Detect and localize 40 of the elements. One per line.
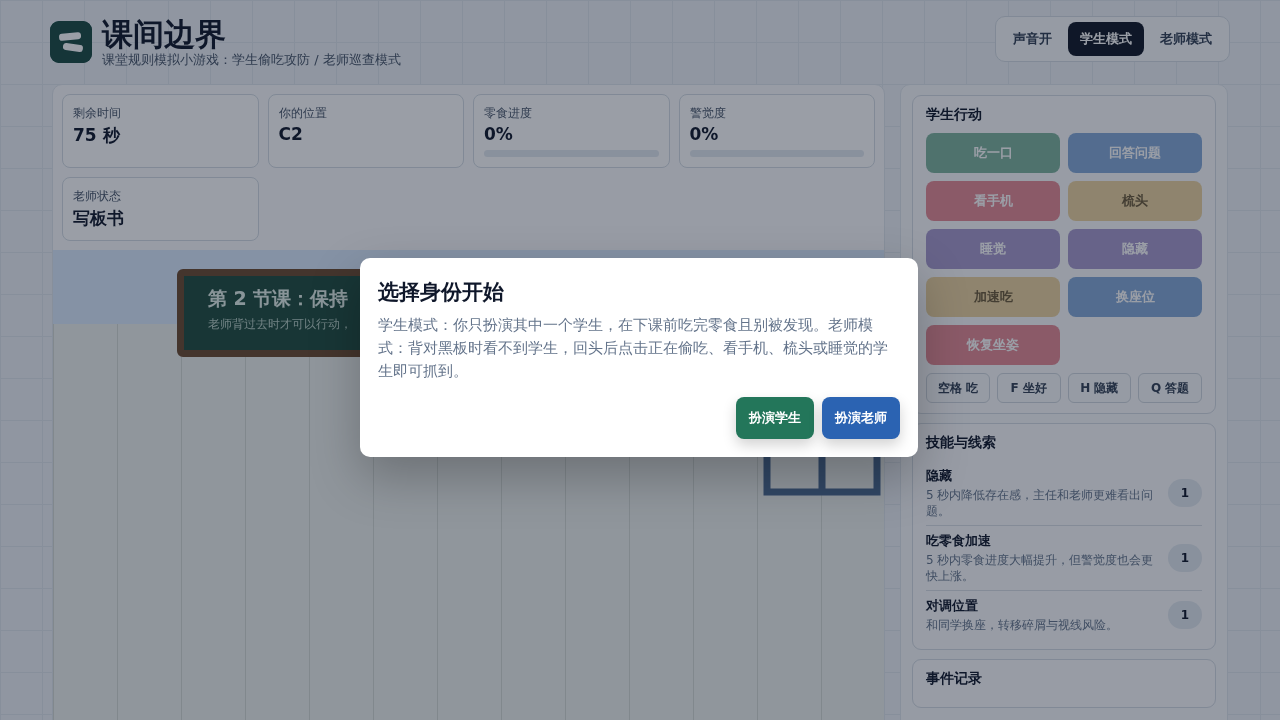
dialog-title: 选择身份开始 <box>378 279 505 306</box>
mode-tab[interactable]: 老师模式 <box>1148 22 1224 56</box>
skill-name: 隐藏 <box>926 467 953 485</box>
role-button[interactable]: 扮演老师 <box>822 397 900 439</box>
skill-description: 5 秒内降低存在感，主任和老师更难看出问题。 <box>926 487 1155 519</box>
shortcut-key[interactable]: 空格 吃 <box>926 373 990 403</box>
stat-value: 0% <box>484 124 514 144</box>
skill-count: 1 <box>1168 601 1202 629</box>
stat-value: C2 <box>278 124 304 144</box>
action-button[interactable]: 梳头 <box>1068 181 1202 221</box>
stat-value: 75 秒 <box>73 124 121 147</box>
stat-label: 警觉度 <box>689 105 727 122</box>
skill-count: 1 <box>1168 544 1202 572</box>
stat-label: 老师状态 <box>73 188 122 205</box>
card-title: 学生行动 <box>926 106 983 124</box>
logo-icon <box>50 21 92 63</box>
stat-label: 你的位置 <box>278 105 328 122</box>
stat-label: 零食进度 <box>484 105 533 122</box>
app-title: 课间边界 <box>102 16 227 52</box>
role-button[interactable]: 扮演学生 <box>736 397 814 439</box>
shortcut-key[interactable]: H 隐藏 <box>1067 373 1132 403</box>
shortcut-key[interactable]: F 坐好 <box>996 373 1061 403</box>
stat-label: 剩余时间 <box>73 105 122 122</box>
shortcut-key[interactable]: Q 答题 <box>1138 373 1202 403</box>
lesson-title: 第 2 节课：保持 <box>208 286 349 311</box>
skill-name: 对调位置 <box>926 597 979 615</box>
skill-description: 5 秒内零食进度大幅提升，但警觉度也会更快上涨。 <box>926 552 1155 584</box>
skill-description: 和同学换座，转移碎屑与视线风险。 <box>926 617 1119 633</box>
lesson-hint: 老师背过去时才可以行动， <box>208 316 352 333</box>
action-button[interactable]: 加速吃 <box>926 277 1060 317</box>
card-title: 技能与线索 <box>926 434 997 452</box>
stat-value: 写板书 <box>73 207 125 230</box>
mode-tab[interactable]: 学生模式 <box>1068 22 1144 56</box>
card-title: 事件记录 <box>926 670 983 688</box>
skill-name: 吃零食加速 <box>926 532 992 550</box>
dialog-text: 学生模式：你只扮演其中一个学生，在下课前吃完零食且别被发现。老师模式：背对黑板时看不到学生，回头后点击正在偷吃、看手机、梳头或睡觉的学生即可抓到。 <box>378 315 889 382</box>
mode-tab[interactable]: 声音开 <box>1001 22 1064 56</box>
skill-count: 1 <box>1168 479 1202 507</box>
app-subtitle: 课堂规则模拟小游戏：学生偷吃攻防 / 老师巡查模式 <box>102 52 401 68</box>
stat-value: 0% <box>689 124 720 144</box>
